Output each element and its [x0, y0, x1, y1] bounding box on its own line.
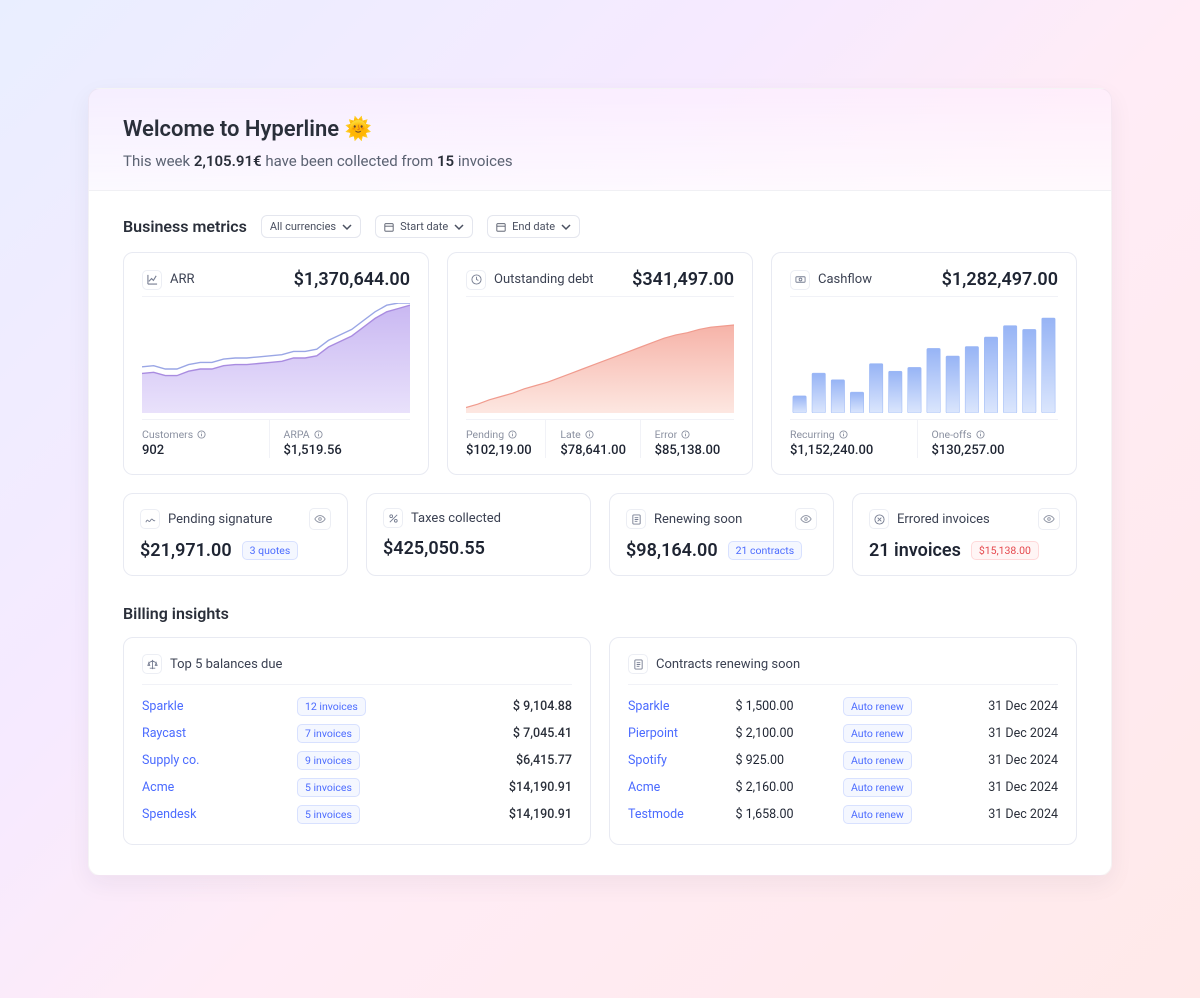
customer-link[interactable]: Supply co.	[142, 753, 297, 768]
percent-icon	[383, 508, 403, 528]
invoice-count-chip[interactable]: 9 invoices	[297, 751, 360, 770]
arr-card: ARR $1,370,644.00 Customers902ARPA$1,519…	[123, 252, 429, 475]
clock-icon	[466, 270, 486, 290]
table-row: Acme5 invoices$14,190.91	[142, 774, 572, 801]
renewing-soon-card: Renewing soon $98,164.0021 contracts	[609, 493, 834, 576]
customer-link[interactable]: Spotify	[628, 753, 736, 768]
table-row: Sparkle12 invoices$ 9,104.88	[142, 693, 572, 720]
arr-value: $1,370,644.00	[294, 269, 410, 290]
currency-filter[interactable]: All currencies	[261, 215, 361, 238]
arr-chart	[142, 303, 410, 413]
invoice-count-chip[interactable]: 5 invoices	[297, 778, 360, 797]
balance-icon	[142, 654, 162, 674]
stat: Pending$102,19.00	[466, 420, 545, 458]
debt-value: $341,497.00	[632, 269, 734, 290]
table-row: Spotify$ 925.00Auto renew31 Dec 2024	[628, 747, 1058, 774]
balances-due-card: Top 5 balances due Sparkle12 invoices$ 9…	[123, 637, 591, 845]
contracts-chip[interactable]: 21 contracts	[728, 541, 803, 560]
table-row: Pierpoint$ 2,100.00Auto renew31 Dec 2024	[628, 720, 1058, 747]
quotes-chip[interactable]: 3 quotes	[242, 541, 299, 560]
table-row: Acme$ 2,160.00Auto renew31 Dec 2024	[628, 774, 1058, 801]
customer-link[interactable]: Testmode	[628, 807, 736, 822]
calendar-icon	[496, 222, 506, 232]
debt-chart	[466, 303, 734, 413]
stat: Recurring$1,152,240.00	[790, 420, 917, 458]
errored-invoices-card: Errored invoices 21 invoices$15,138.00	[852, 493, 1077, 576]
line-chart-icon	[142, 270, 162, 290]
cash-icon	[790, 270, 810, 290]
chevron-down-icon	[342, 222, 352, 232]
invoice-count-chip[interactable]: 5 invoices	[297, 805, 360, 824]
stat: Error$85,138.00	[640, 420, 734, 458]
customer-link[interactable]: Acme	[142, 780, 297, 795]
insights-title: Billing insights	[123, 604, 1077, 623]
end-date-filter[interactable]: End date	[487, 215, 580, 238]
hero-summary: This week 2,105.91€ have been collected …	[123, 152, 1077, 170]
invoice-count-chip[interactable]: 7 invoices	[297, 724, 360, 743]
auto-renew-chip[interactable]: Auto renew	[843, 724, 912, 743]
dashboard-panel: Welcome to Hyperline 🌞 This week 2,105.9…	[88, 88, 1112, 876]
outstanding-debt-card: Outstanding debt $341,497.00 Pending$102…	[447, 252, 753, 475]
table-row: Sparkle$ 1,500.00Auto renew31 Dec 2024	[628, 693, 1058, 720]
cashflow-value: $1,282,497.00	[942, 269, 1058, 290]
customer-link[interactable]: Raycast	[142, 726, 297, 741]
start-date-filter[interactable]: Start date	[375, 215, 473, 238]
customer-link[interactable]: Pierpoint	[628, 726, 736, 741]
info-icon	[197, 430, 206, 439]
info-icon	[585, 430, 594, 439]
metrics-title: Business metrics	[123, 217, 247, 236]
view-button[interactable]	[309, 508, 331, 530]
info-icon	[681, 430, 690, 439]
metrics-header: Business metrics All currencies Start da…	[123, 215, 1077, 238]
table-row: Spendesk5 invoices$14,190.91	[142, 801, 572, 828]
contract-icon	[626, 509, 646, 529]
auto-renew-chip[interactable]: Auto renew	[843, 778, 912, 797]
contracts-renewing-card: Contracts renewing soon Sparkle$ 1,500.0…	[609, 637, 1077, 845]
table-row: Supply co.9 invoices$6,415.77	[142, 747, 572, 774]
contract-icon	[628, 654, 648, 674]
chevron-down-icon	[454, 222, 464, 232]
stat: ARPA$1,519.56	[269, 420, 411, 458]
customer-link[interactable]: Sparkle	[628, 699, 736, 714]
info-icon	[976, 430, 985, 439]
stat: Late$78,641.00	[545, 420, 639, 458]
calendar-icon	[384, 222, 394, 232]
cashflow-chart	[790, 303, 1058, 413]
stat: One-offs$130,257.00	[917, 420, 1059, 458]
signature-icon	[140, 509, 160, 529]
customer-link[interactable]: Spendesk	[142, 807, 297, 822]
customer-link[interactable]: Sparkle	[142, 699, 297, 714]
table-row: Testmode$ 1,658.00Auto renew31 Dec 2024	[628, 801, 1058, 828]
pending-signature-card: Pending signature $21,971.003 quotes	[123, 493, 348, 576]
page-title: Welcome to Hyperline 🌞	[123, 117, 1077, 142]
auto-renew-chip[interactable]: Auto renew	[843, 805, 912, 824]
customer-link[interactable]: Acme	[628, 780, 736, 795]
auto-renew-chip[interactable]: Auto renew	[843, 697, 912, 716]
view-button[interactable]	[795, 508, 817, 530]
error-amount-chip[interactable]: $15,138.00	[971, 541, 1039, 560]
auto-renew-chip[interactable]: Auto renew	[843, 751, 912, 770]
table-row: Raycast7 invoices$ 7,045.41	[142, 720, 572, 747]
chevron-down-icon	[561, 222, 571, 232]
info-icon	[314, 430, 323, 439]
info-icon	[508, 430, 517, 439]
invoice-count-chip[interactable]: 12 invoices	[297, 697, 366, 716]
error-icon	[869, 509, 889, 529]
cashflow-card: Cashflow $1,282,497.00 Recurring$1,152,2…	[771, 252, 1077, 475]
taxes-collected-card: Taxes collected $425,050.55	[366, 493, 591, 576]
info-icon	[839, 430, 848, 439]
hero: Welcome to Hyperline 🌞 This week 2,105.9…	[89, 89, 1111, 190]
stat: Customers902	[142, 420, 269, 458]
view-button[interactable]	[1038, 508, 1060, 530]
